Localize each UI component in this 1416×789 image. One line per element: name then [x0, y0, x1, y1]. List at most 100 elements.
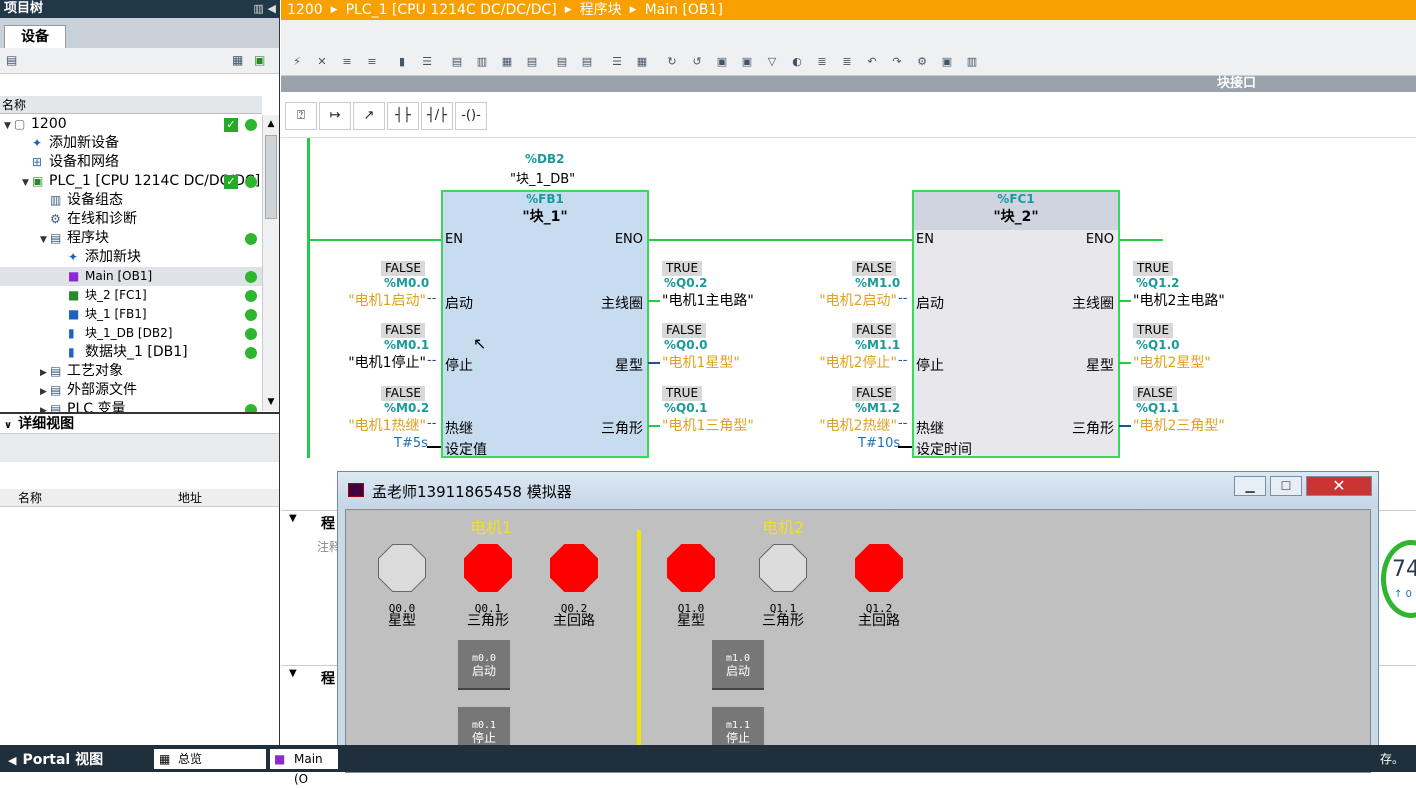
- toolbar-tool-icon[interactable]: ↷: [889, 54, 905, 70]
- detail-toolbar: [0, 434, 279, 462]
- ladder-toolbar: ⍰ ↦ ↗ ┤├ ┤/├ -()-: [281, 92, 1416, 138]
- input-address: %M1.0: [855, 276, 901, 290]
- block-interface-bar[interactable]: 块接口: [281, 76, 1416, 92]
- toolbar-tool-icon[interactable]: ▮: [394, 54, 410, 70]
- toolbar-tool-icon[interactable]: ⚡: [289, 54, 305, 70]
- editor-top-strip: [281, 20, 1416, 48]
- tree-node-icon: ▥: [50, 193, 62, 207]
- toolbar-tool-icon[interactable]: ▤: [449, 54, 465, 70]
- toolbar-tool-icon[interactable]: ≣: [814, 54, 830, 70]
- toolbar-tool-icon[interactable]: ↶: [864, 54, 880, 70]
- tab-devices[interactable]: 设备: [4, 25, 66, 48]
- motor1-title: 电机1: [470, 518, 513, 537]
- toolbar-tool-icon[interactable]: ☰: [609, 54, 625, 70]
- tree-item[interactable]: ■ 块_1 [FB1]: [0, 305, 262, 324]
- lamp-text: 三角形: [467, 613, 509, 629]
- network-2-chevron-icon[interactable]: ▼: [289, 513, 297, 524]
- output-symbol: "电机2星型": [1133, 355, 1211, 371]
- breadcrumb-item[interactable]: PLC_1 [CPU 1214C DC/DC/DC]: [346, 2, 557, 18]
- breadcrumb-separator-icon: ▶: [330, 5, 338, 15]
- toolbar-tool-icon[interactable]: ▤: [579, 54, 595, 70]
- toolbar-tool-icon[interactable]: ▽: [764, 54, 780, 70]
- fc1-block[interactable]: %FC1 "块_2" EN ENO 启动 停止 热继 设定时间 主线圈 星型 三…: [912, 190, 1120, 458]
- open-branch-button[interactable]: ↗: [353, 102, 385, 130]
- fb1-pin-delta: 三角形: [601, 421, 643, 437]
- toolbar-tool-icon[interactable]: ▥: [964, 54, 980, 70]
- network-3-chevron-icon[interactable]: ▼: [289, 668, 297, 679]
- output-symbol: "电机1三角型": [662, 418, 754, 434]
- main-ob1-tab[interactable]: ■ Main (O: [270, 749, 338, 786]
- tree-item[interactable]: ▶ ▤ 外部源文件: [0, 381, 262, 400]
- toolbar-tool-icon[interactable]: ✕: [314, 54, 330, 70]
- breadcrumb-item[interactable]: 程序块: [580, 2, 622, 18]
- portal-view-button[interactable]: ◀ Portal 视图: [8, 749, 103, 769]
- panel-controls[interactable]: ▥ ◀: [253, 0, 276, 18]
- toolbar-tool-icon[interactable]: ≡: [339, 54, 355, 70]
- toolbar-tool-icon[interactable]: ▣: [714, 54, 730, 70]
- fb1-name: "块_1": [522, 209, 568, 225]
- toolbar-tool-icon[interactable]: ▤: [554, 54, 570, 70]
- tree-item[interactable]: ▼ ▢ 1200 ✓: [0, 115, 262, 134]
- normally-open-contact-button[interactable]: ┤├: [387, 102, 419, 130]
- breadcrumb-item[interactable]: Main [OB1]: [645, 2, 723, 18]
- ladder-help-button[interactable]: ⍰: [285, 102, 317, 130]
- output-wire: [1119, 300, 1131, 302]
- toolbar-tool-icon[interactable]: ▣: [739, 54, 755, 70]
- toolbar-tool-icon[interactable]: ↺: [689, 54, 705, 70]
- tree-item[interactable]: ▮ 数据块_1 [DB1]: [0, 343, 262, 362]
- toolbar-tool-icon[interactable]: ▦: [634, 54, 650, 70]
- tree-item[interactable]: ▮ 块_1_DB [DB2]: [0, 324, 262, 343]
- close-button[interactable]: ✕: [1306, 476, 1372, 496]
- coil-button[interactable]: -()-: [455, 102, 487, 130]
- tree-item[interactable]: ▼ ▣ PLC_1 [CPU 1214C DC/DC/DC] ✓: [0, 172, 262, 191]
- input-symbol: "电机2热继": [819, 418, 897, 434]
- toolbar-tool-icon[interactable]: ⚙: [914, 54, 930, 70]
- toolbar-tool-icon[interactable]: ▤: [524, 54, 540, 70]
- toolbar-tool-icon[interactable]: ≣: [839, 54, 855, 70]
- scroll-up-icon[interactable]: ▲: [263, 115, 279, 133]
- tree-list: ▼ ▢ 1200 ✓ ✦ 添加新设备 ⊞ 设备和网络 ▼ ▣ PLC_1 [CPU 1214C DC…: [0, 115, 262, 419]
- portal-view-label: Portal 视图: [22, 752, 104, 768]
- maximize-button[interactable]: ☐: [1270, 476, 1302, 496]
- toolbar-tool-icon[interactable]: ▦: [499, 54, 515, 70]
- detail-view-header[interactable]: ∨ 详细视图: [0, 412, 279, 434]
- tree-item[interactable]: ■ 块_2 [FC1]: [0, 286, 262, 305]
- tree-item[interactable]: ✦ 添加新设备: [0, 134, 262, 153]
- breadcrumb: 1200 ▶ PLC_1 [CPU 1214C DC/DC/DC] ▶ 程序块 ▶ Main…: [281, 0, 1416, 20]
- sim-push-button[interactable]: m0.0 启动: [458, 640, 510, 690]
- scroll-thumb[interactable]: [265, 135, 277, 219]
- insert-network-button[interactable]: ↦: [319, 102, 351, 130]
- tree-scrollbar[interactable]: ▲ ▼: [262, 115, 279, 411]
- toolbar-tool-icon[interactable]: ☰: [419, 54, 435, 70]
- tree-item[interactable]: ✦ 添加新块: [0, 248, 262, 267]
- toolbar-tool-icon[interactable]: ≡: [364, 54, 380, 70]
- lamp-label: Q1.1 三角形: [743, 602, 823, 628]
- sim-push-button[interactable]: m1.0 启动: [712, 640, 764, 690]
- const-wire: [898, 446, 912, 448]
- output-address: %Q1.2: [1136, 276, 1180, 290]
- toolbar-tool-icon[interactable]: ▣: [939, 54, 955, 70]
- tree-item[interactable]: ▼ ▤ 程序块: [0, 229, 262, 248]
- tree-item[interactable]: ⚙ 在线和诊断: [0, 210, 262, 229]
- toolbar-tool-icon[interactable]: ▥: [474, 54, 490, 70]
- tree-item[interactable]: ▶ ▤ 工艺对象: [0, 362, 262, 381]
- overview-tab[interactable]: ▦ 总览: [154, 749, 266, 769]
- scroll-down-icon[interactable]: ▼: [263, 393, 279, 411]
- overview-icon[interactable]: ▣: [254, 53, 265, 67]
- tree-column-header: 名称: [0, 96, 262, 114]
- normally-closed-contact-button[interactable]: ┤/├: [421, 102, 453, 130]
- fc1-eno: ENO: [1085, 232, 1114, 247]
- minimize-button[interactable]: ▁: [1234, 476, 1266, 496]
- table-view-icon[interactable]: ▦: [232, 53, 243, 67]
- tree-item[interactable]: ⊞ 设备和网络: [0, 153, 262, 172]
- toolbar-tool-icon[interactable]: ◐: [789, 54, 805, 70]
- simulator-titlebar[interactable]: 孟老师13911865458 模拟器 ▁ ☐ ✕: [338, 472, 1378, 508]
- tree-item[interactable]: ▥ 设备组态: [0, 191, 262, 210]
- fc1-pin-delta: 三角形: [1072, 421, 1114, 437]
- toolbar-tool-icon[interactable]: ↻: [664, 54, 680, 70]
- breadcrumb-item[interactable]: 1200: [287, 2, 323, 18]
- output-state-badge: TRUE: [662, 386, 703, 401]
- tree-item[interactable]: ■ Main [OB1]: [0, 267, 262, 286]
- tree-tool-icon[interactable]: ▤: [6, 53, 17, 67]
- fb1-block[interactable]: %FB1 "块_1" EN ENO 启动 停止 热继 设定值 主线圈 星型 三角…: [441, 190, 649, 458]
